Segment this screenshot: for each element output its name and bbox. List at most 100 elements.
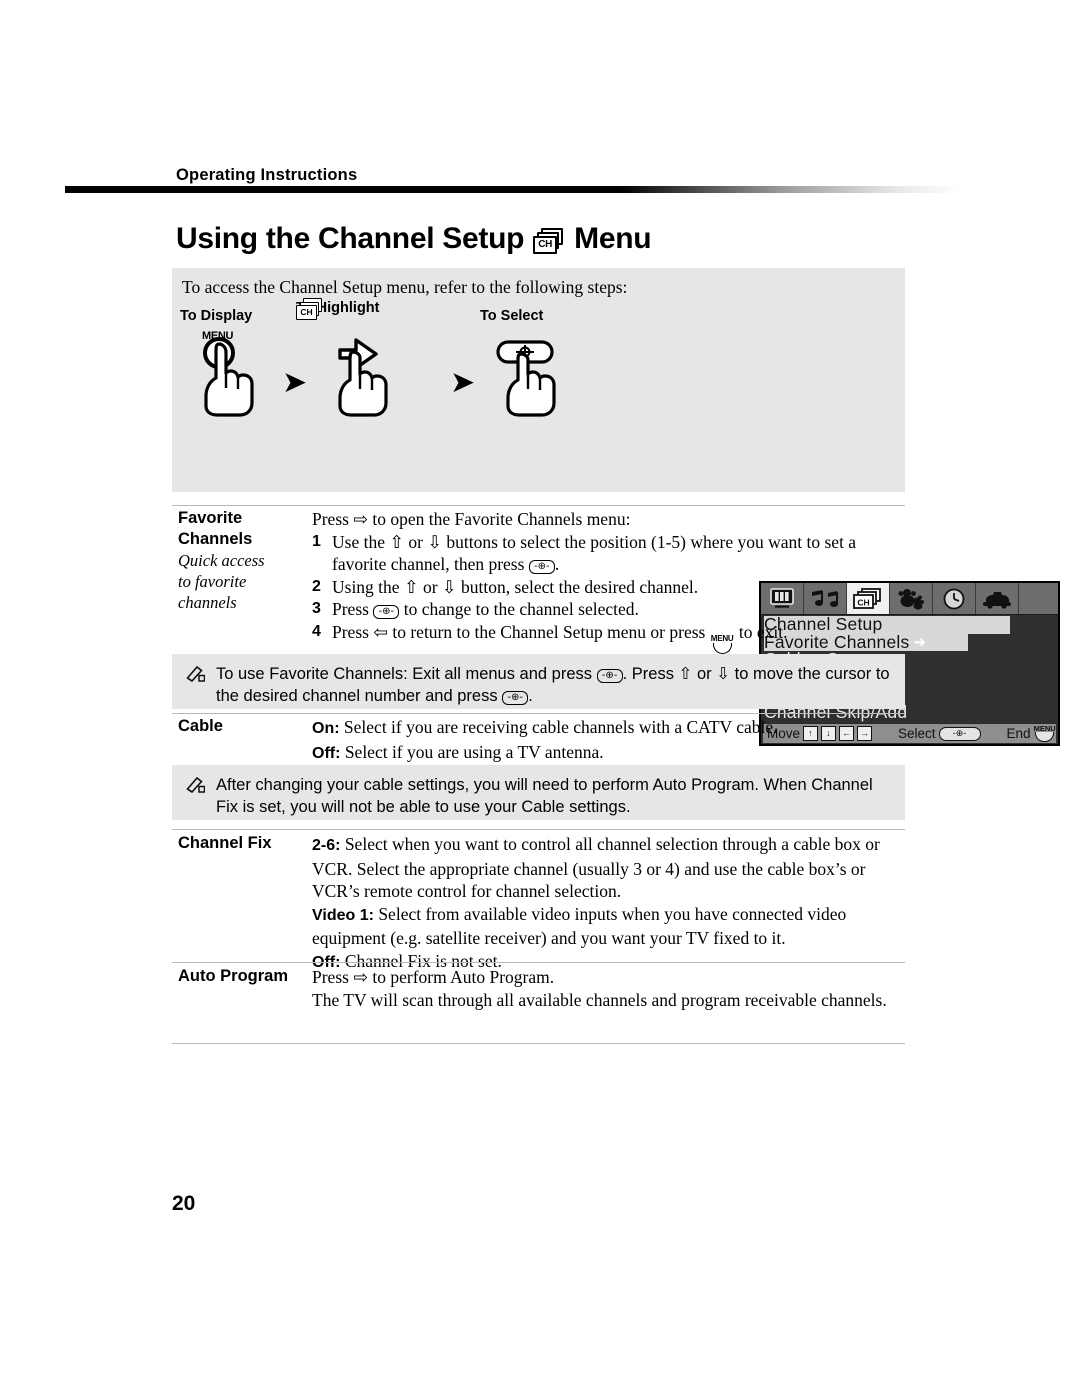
channel-fix-video1-rest: Select from available video inputs when … xyxy=(312,903,847,949)
list-item: 4 Press ⇦ to return to the Channel Setup… xyxy=(312,621,905,654)
menu-button-icon-shape xyxy=(712,642,732,654)
section-body-auto-program: Press ⇨ to perform Auto Program. The TV … xyxy=(312,966,905,1011)
hand-pressing-arrow-svg xyxy=(338,338,388,417)
channel-fix-video1-bold: Video 1: xyxy=(312,906,374,924)
menu-button-icon-label: MENU xyxy=(710,633,734,643)
section-favorite-channels: Favorite Channels Quick access to favori… xyxy=(172,508,905,654)
select-plus-button-icon: -⊕- xyxy=(596,669,623,683)
header-rule xyxy=(65,186,960,193)
menu-button-label: MENU xyxy=(202,330,234,342)
list-item-text-a: Use the ⇧ or ⇩ buttons to select the pos… xyxy=(332,531,857,575)
osd-end-menu-key-icon: MENU xyxy=(1034,725,1056,743)
favorite-lead-text: Press ⇨ to open the Favorite Channels me… xyxy=(312,509,631,529)
favorite-step-list: 1 Use the ⇧ or ⇩ buttons to select the p… xyxy=(312,531,905,654)
section-term-cable: Cable xyxy=(178,717,223,735)
term-favorite-italic1: Quick access xyxy=(178,551,265,570)
page-title-text-after: Menu xyxy=(574,222,652,255)
osd-end-menu-key-label: MENU xyxy=(1033,723,1056,733)
document-page: Operating Instructions Using the Channel… xyxy=(0,0,1080,1397)
list-item-text-a: Press ⇦ to return to the Channel Setup m… xyxy=(332,621,710,642)
page-title: Using the Channel Setup CH Menu xyxy=(176,222,652,256)
term-favorite-line1: Favorite xyxy=(178,509,243,527)
term-favorite-line2: Channels xyxy=(178,530,253,548)
divider-auto-program-top xyxy=(172,962,905,963)
timer-clock-icon xyxy=(933,583,976,614)
section-term-favorite: Favorite Channels Quick access to favori… xyxy=(178,508,308,613)
list-item-text-a: Press xyxy=(332,599,374,619)
cable-line-on: On: Select if you are receiving cable ch… xyxy=(312,716,905,741)
section-body-channel-fix: 2-6: Select when you want to control all… xyxy=(312,833,905,974)
list-item-number: 4 xyxy=(312,622,321,640)
step-label-display: To Display xyxy=(180,308,253,324)
page-title-text-before: Using the Channel Setup xyxy=(176,222,525,255)
cable-line-on-rest: Select if you are receiving cable channe… xyxy=(339,717,778,737)
cable-line-off: Off: Select if you are using a TV antenn… xyxy=(312,741,905,766)
note1-text-a: To use Favorite Channels: Exit all menus… xyxy=(216,665,597,683)
note-pencil-icon xyxy=(186,665,206,688)
section-cable: Cable On: Select if you are receiving ca… xyxy=(172,716,905,765)
term-favorite-italic2: to favorite xyxy=(178,572,247,591)
section-term-channel-fix: Channel Fix xyxy=(178,834,272,852)
select-plus-button-icon: -⊕- xyxy=(502,691,529,705)
list-item: 3 Press -⊕- to change to the channel sel… xyxy=(312,598,905,621)
hand-pressing-select-svg xyxy=(496,340,556,417)
channel-cards-icon-small: CH xyxy=(296,298,324,320)
hand-pressing-menu-svg xyxy=(203,337,254,417)
intro-text: To access the Channel Setup menu, refer … xyxy=(182,277,628,297)
list-item-text-b: to change to the channel selected. xyxy=(399,599,639,619)
list-item-text-b: . xyxy=(554,554,560,574)
channel-fix-2-6-bold: 2-6: xyxy=(312,837,341,854)
section-auto-program: Auto Program Press ⇨ to perform Auto Pro… xyxy=(172,966,905,1011)
step-label-select: To Select xyxy=(480,308,544,324)
note-auto-program: After changing your cable settings, you … xyxy=(172,765,905,820)
term-favorite-italic3: channels xyxy=(178,593,237,612)
note-pencil-icon xyxy=(186,776,206,799)
press-menu-hand-icon: MENU xyxy=(196,330,262,423)
osd-end-menu-key-shape xyxy=(1035,732,1055,743)
channel-fix-2-6-rest: Select when you want to control all chan… xyxy=(312,834,880,901)
channel-cards-icon-small-label: CH xyxy=(300,307,313,317)
list-item: 2 Using the ⇧ or ⇩ button, select the de… xyxy=(312,576,905,599)
osd-select-group: Select -⊕- xyxy=(898,726,981,741)
osd-end-label: End xyxy=(1006,726,1031,741)
osd-end-group: End MENU xyxy=(1007,725,1056,743)
select-plus-button-icon: -⊕- xyxy=(373,605,400,619)
list-item-text-b: to exit. xyxy=(734,621,788,642)
cable-line-on-bold: On: xyxy=(312,720,340,737)
note-favorite-channels-text: To use Favorite Channels: Exit all menus… xyxy=(216,663,891,707)
list-item-text-a: Using the ⇧ or ⇩ button, select the desi… xyxy=(332,576,699,597)
page-number: 20 xyxy=(172,1192,196,1215)
list-item-number: 3 xyxy=(312,600,321,617)
channel-fix-line-2-6: 2-6: Select when you want to control all… xyxy=(312,833,905,903)
press-arrow-hand-icon xyxy=(332,336,398,423)
divider-cable-top xyxy=(172,713,905,714)
osd-select-key-icon: -⊕- xyxy=(938,726,981,741)
press-select-hand-icon xyxy=(492,336,564,423)
divider-channel-fix-top xyxy=(172,829,905,830)
channel-cards-icon-label: CH xyxy=(538,239,553,250)
cable-line-off-bold: Off: xyxy=(312,744,341,762)
section-body-cable: On: Select if you are receiving cable ch… xyxy=(312,716,905,765)
channel-fix-line-video1: Video 1: Select from available video inp… xyxy=(312,903,905,950)
auto-program-line-1: Press ⇨ to perform Auto Program. xyxy=(312,967,555,987)
note1-text-c: . xyxy=(528,687,533,705)
flow-arrow-1-icon: ➤ xyxy=(282,366,308,399)
section-term-auto-program: Auto Program xyxy=(178,967,289,985)
list-item-number: 2 xyxy=(312,577,321,595)
select-plus-button-icon: -⊕- xyxy=(528,560,555,574)
divider-auto-program-bottom xyxy=(172,1043,905,1044)
section-channel-fix: Channel Fix 2-6: Select when you want to… xyxy=(172,833,905,974)
menu-button-icon: MENU xyxy=(710,633,734,654)
divider-favorite-top xyxy=(172,505,905,506)
running-head: Operating Instructions xyxy=(176,166,358,184)
auto-program-line-2: The TV will scan through all available c… xyxy=(312,989,887,1010)
list-item-number: 1 xyxy=(312,532,321,550)
list-item: 1 Use the ⇧ or ⇩ buttons to select the p… xyxy=(312,531,905,576)
note-auto-program-text: After changing your cable settings, you … xyxy=(216,776,873,816)
note-favorite-channels: To use Favorite Channels: Exit all menus… xyxy=(172,654,905,709)
flow-arrow-2-icon: ➤ xyxy=(450,366,476,399)
channel-cards-icon: CH xyxy=(533,228,565,254)
access-steps-panel: To access the Channel Setup menu, refer … xyxy=(172,268,1060,746)
hand-sequence: MENU ➤ ➤ xyxy=(180,330,600,440)
osd-icon-bar-filler xyxy=(1019,583,1058,614)
